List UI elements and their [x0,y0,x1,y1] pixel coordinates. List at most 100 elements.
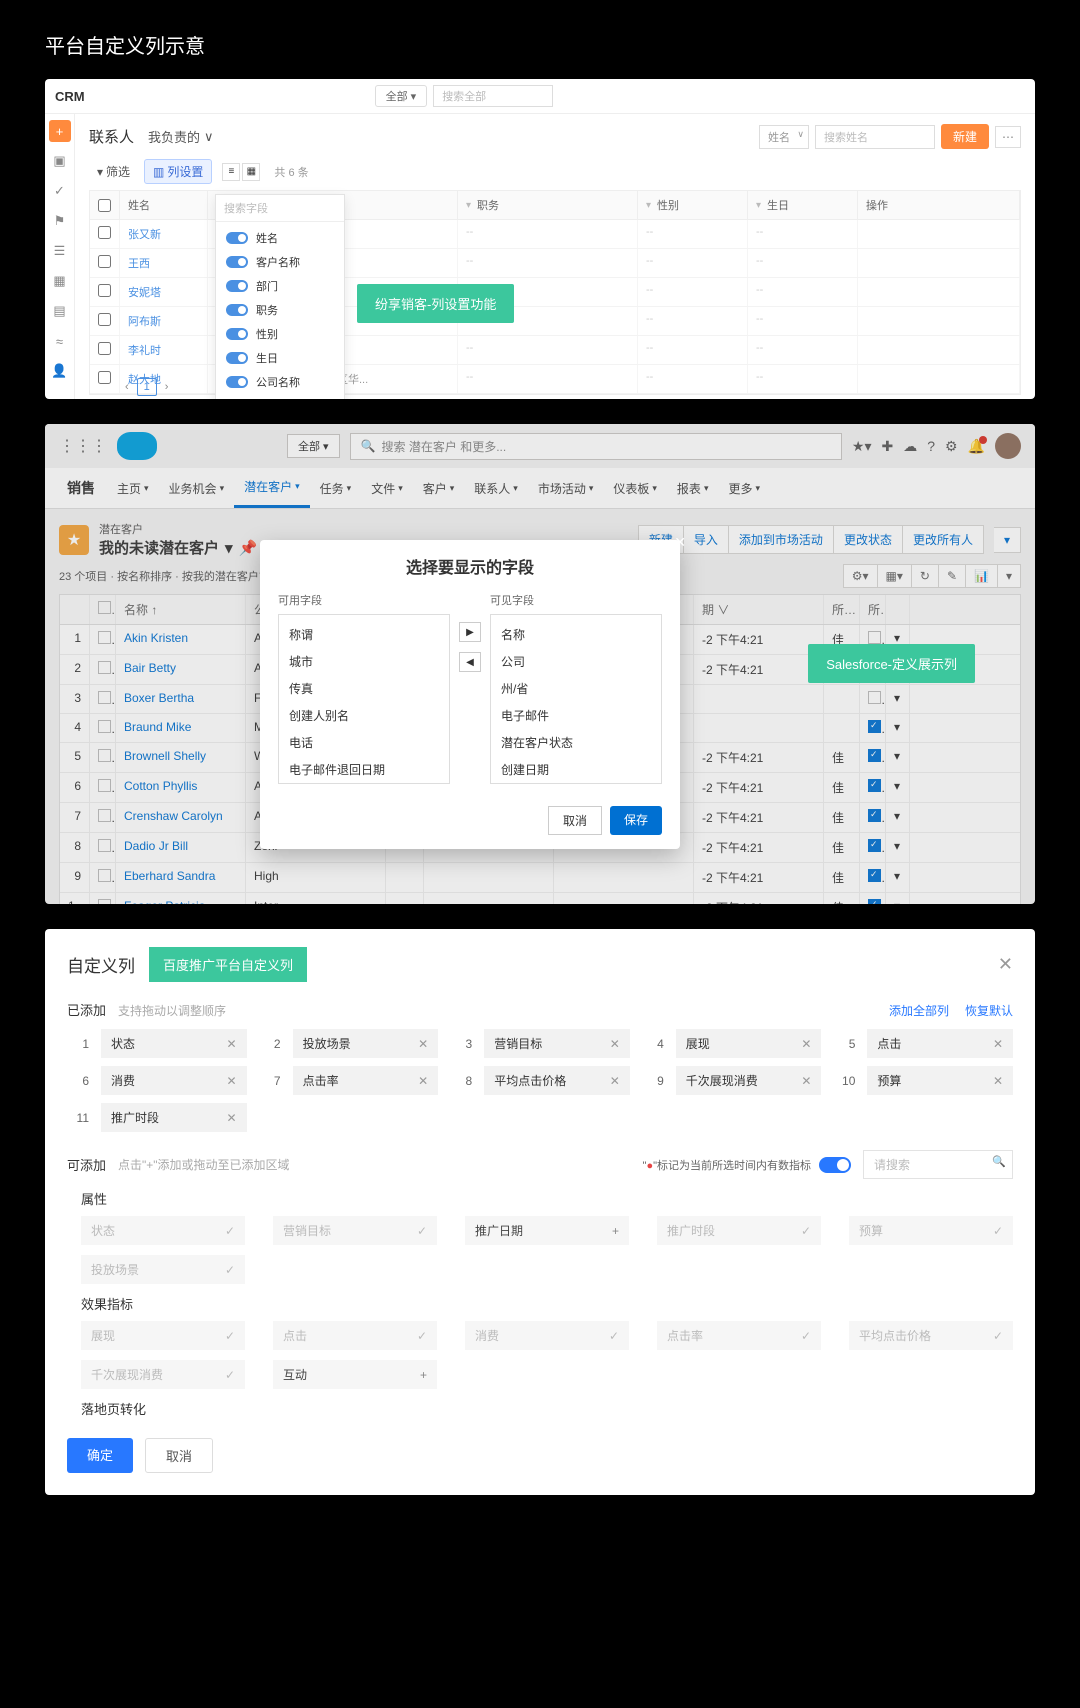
move-right-button[interactable]: ▶ [459,622,481,642]
column-toggle-item[interactable]: 部门 [216,274,344,298]
remove-icon[interactable]: ✕ [801,1074,811,1088]
row-checkbox[interactable] [98,255,111,268]
field-option[interactable]: 创建人别名 [279,702,449,729]
column-toggle-item[interactable]: 公司名称 [216,370,344,394]
field-option[interactable]: 称谓 [279,621,449,648]
nav-tab[interactable]: 更多▾ [718,468,770,508]
toggle[interactable] [226,232,248,244]
current-page[interactable]: 1 [137,378,157,396]
restore-default-link[interactable]: 恢复默认 [965,1002,1013,1019]
wave-icon[interactable]: ≈ [49,330,71,352]
column-toggle-item[interactable]: 客户名称 [216,250,344,274]
row-checkbox[interactable] [98,342,111,355]
contact-name[interactable]: 李礼时 [120,336,208,364]
added-column-chip[interactable]: 预算✕ [867,1066,1013,1095]
action-button[interactable]: 导入 [684,525,729,554]
row-action-menu[interactable]: ▾ [886,773,910,802]
row-checkbox[interactable] [98,809,111,822]
available-list[interactable]: 称谓城市传真创建人别名电话电子邮件退回日期电子邮件退回原因 [278,614,450,784]
row-checkbox[interactable] [98,661,111,674]
list-view-title[interactable]: 我的未读潜在客户▾📌 [99,537,257,558]
chart-icon[interactable]: 📊 [966,564,998,588]
row-checkbox[interactable] [98,720,111,733]
nav-tab[interactable]: 报表▾ [667,468,719,508]
row-checkbox[interactable] [98,749,111,762]
col-header-sex[interactable]: 性别 [657,197,679,213]
col-header-job[interactable]: 职务 [477,197,499,213]
flag-checkbox[interactable] [868,839,881,852]
flag-icon[interactable]: ⚑ [49,210,71,232]
field-option[interactable]: 公司 [491,648,661,675]
funnel-icon[interactable]: ▾ [466,200,471,211]
remove-icon[interactable]: ✕ [610,1037,620,1051]
row-checkbox[interactable] [98,869,111,882]
remove-icon[interactable]: ✕ [801,1037,811,1051]
remove-icon[interactable]: ✕ [227,1074,237,1088]
nav-tab[interactable]: 联系人▾ [464,468,528,508]
remove-icon[interactable]: ✕ [993,1074,1003,1088]
lead-name[interactable]: Cotton Phyllis [116,773,246,802]
row-action-menu[interactable]: ▾ [886,743,910,772]
toggle[interactable] [226,280,248,292]
row-action-menu[interactable]: ▾ [886,803,910,832]
refresh-icon[interactable]: ↻ [912,564,939,588]
contact-name[interactable]: 王西 [120,249,208,277]
row-checkbox[interactable] [98,313,111,326]
filter-button[interactable]: ▾筛选 [89,160,138,183]
field-option[interactable]: 城市 [279,648,449,675]
ok-button[interactable]: 确定 [67,1438,133,1473]
table-row[interactable]: 10 Feager Patricia Inter -2 下午4:21 佳 ▾ [60,893,1020,904]
available-column-option[interactable]: 平均点击价格✓ [849,1321,1013,1350]
filter-icon[interactable]: ▾ [998,564,1021,588]
field-option[interactable]: 潜在客户状态 [491,729,661,756]
scope-select[interactable]: 全部 ▾ [287,434,340,458]
lead-name[interactable]: Feager Patricia [116,893,246,904]
row-action-menu[interactable]: ▾ [886,863,910,892]
available-column-option[interactable]: 消费✓ [465,1321,629,1350]
available-column-option[interactable]: 推广日期+ [465,1216,629,1245]
list-icon[interactable]: ☰ [49,240,71,262]
row-checkbox[interactable] [98,839,111,852]
view-card-icon[interactable]: ▦ [242,163,260,181]
prev-page[interactable]: ‹ [125,381,129,393]
nav-tab[interactable]: 任务▾ [310,468,362,508]
remove-icon[interactable]: ✕ [418,1037,428,1051]
flag-checkbox[interactable] [868,631,881,644]
visible-list[interactable]: 名称公司州/省电子邮件潜在客户状态创建日期所有人别名 [490,614,662,784]
available-column-option[interactable]: 推广时段✓ [657,1216,821,1245]
global-search-input[interactable]: 🔍搜索 潜在客户 和更多... [350,433,842,460]
added-column-chip[interactable]: 点击✕ [867,1029,1013,1058]
row-action-menu[interactable]: ▾ [886,833,910,862]
toggle[interactable] [226,352,248,364]
action-button[interactable]: 添加到市场活动 [729,525,834,554]
added-column-chip[interactable]: 营销目标✕ [484,1029,630,1058]
available-column-option[interactable]: 预算✓ [849,1216,1013,1245]
available-column-option[interactable]: 展现✓ [81,1321,245,1350]
doc-icon[interactable]: ▤ [49,300,71,322]
field-option[interactable]: 电子邮件 [491,702,661,729]
funnel-icon[interactable]: ▾ [756,200,761,211]
email-cell[interactable] [424,893,554,904]
toggle[interactable] [226,256,248,268]
flag-checkbox[interactable] [868,779,881,792]
available-column-option[interactable]: 状态✓ [81,1216,245,1245]
column-toggle-item[interactable]: 生日 [216,346,344,370]
toggle[interactable] [226,328,248,340]
col-header-name[interactable]: 名称 ↑ [116,595,246,624]
toggle[interactable] [226,376,248,388]
nav-tab[interactable]: 潜在客户▾ [234,468,310,508]
table-icon[interactable]: ▦▾ [878,564,912,588]
action-button[interactable]: 更改状态 [834,525,903,554]
lead-name[interactable]: Braund Mike [116,714,246,742]
close-icon[interactable]: ✕ [674,534,686,551]
building-icon[interactable]: ▦ [49,270,71,292]
select-all-checkbox[interactable] [98,199,111,212]
table-row[interactable]: 9 Eberhard Sandra High -2 下午4:21 佳 ▾ [60,863,1020,893]
nav-tab[interactable]: 业务机会▾ [159,468,235,508]
column-toggle-item[interactable]: 职务 [216,298,344,322]
help-icon[interactable]: ? [927,438,935,454]
nav-tab[interactable]: 文件▾ [361,468,413,508]
flag-checkbox[interactable] [868,869,881,882]
field-option[interactable]: 州/省 [491,675,661,702]
select-all-checkbox[interactable] [98,601,111,614]
